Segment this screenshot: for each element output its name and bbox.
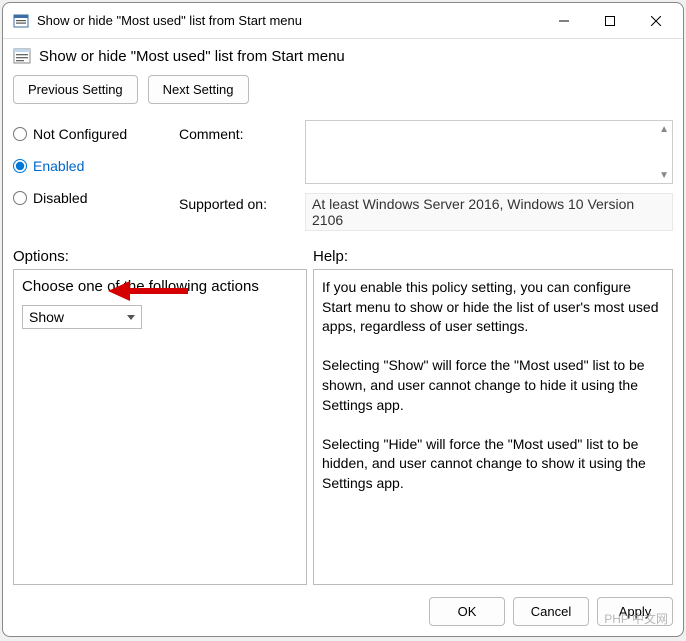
comment-textarea[interactable]: [305, 120, 673, 184]
scroll-down-icon: ▼: [659, 170, 669, 181]
scroll-up-icon: ▲: [659, 124, 669, 135]
next-setting-button[interactable]: Next Setting: [148, 75, 249, 104]
dialog-footer: OK Cancel Apply: [3, 585, 683, 636]
radio-not-configured-label: Not Configured: [33, 126, 127, 142]
policy-title: Show or hide "Most used" list from Start…: [39, 48, 345, 65]
action-select[interactable]: Show: [22, 305, 142, 329]
header: Show or hide "Most used" list from Start…: [3, 39, 683, 69]
field-values: ▲ ▼ At least Windows Server 2016, Window…: [305, 120, 673, 231]
nav-buttons: Previous Setting Next Setting: [3, 69, 683, 114]
previous-setting-button[interactable]: Previous Setting: [13, 75, 138, 104]
radio-not-configured-input[interactable]: [13, 127, 27, 141]
close-button[interactable]: [633, 6, 679, 36]
supported-on-label: Supported on:: [179, 196, 299, 232]
action-select-value: Show: [29, 309, 64, 325]
ok-button[interactable]: OK: [429, 597, 505, 626]
help-label: Help:: [313, 248, 348, 265]
titlebar: Show or hide "Most used" list from Start…: [3, 3, 683, 39]
policy-icon: [13, 47, 31, 65]
options-panel: Choose one of the following actions Show: [13, 269, 307, 585]
options-label: Options:: [13, 248, 313, 265]
app-icon: [13, 13, 29, 29]
apply-button[interactable]: Apply: [597, 597, 673, 626]
radio-enabled-label: Enabled: [33, 158, 84, 174]
panels: Choose one of the following actions Show…: [3, 269, 683, 585]
help-panel: If you enable this policy setting, you c…: [313, 269, 673, 585]
dialog-window: Show or hide "Most used" list from Start…: [2, 2, 684, 637]
radio-enabled[interactable]: Enabled: [13, 158, 173, 174]
cancel-button[interactable]: Cancel: [513, 597, 589, 626]
window-title: Show or hide "Most used" list from Start…: [37, 13, 541, 28]
radio-not-configured[interactable]: Not Configured: [13, 126, 173, 142]
radio-enabled-input[interactable]: [13, 159, 27, 173]
radio-disabled[interactable]: Disabled: [13, 190, 173, 206]
radio-disabled-label: Disabled: [33, 190, 87, 206]
comment-label: Comment:: [179, 126, 299, 196]
state-radio-group: Not Configured Enabled Disabled: [13, 120, 173, 206]
maximize-button[interactable]: [587, 6, 633, 36]
field-labels: Comment: Supported on:: [179, 120, 299, 232]
supported-on-text: At least Windows Server 2016, Windows 10…: [305, 193, 673, 231]
radio-disabled-input[interactable]: [13, 191, 27, 205]
section-labels: Options: Help:: [3, 234, 683, 269]
annotation-arrow: [108, 279, 188, 303]
minimize-button[interactable]: [541, 6, 587, 36]
